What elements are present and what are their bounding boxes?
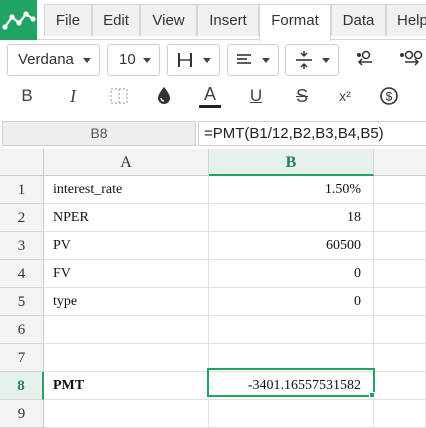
row-header[interactable]: 5 xyxy=(0,288,44,316)
font-size-value: 10 xyxy=(119,51,136,68)
menu-view[interactable]: View xyxy=(140,4,197,36)
menu-edit[interactable]: Edit xyxy=(92,4,140,36)
svg-text:$: $ xyxy=(386,90,393,104)
fill-color-icon[interactable] xyxy=(156,86,172,106)
borders-icon xyxy=(178,53,192,67)
valign-icon xyxy=(296,51,312,69)
text-color-label: A xyxy=(203,84,216,104)
column-header-a[interactable]: A xyxy=(44,149,209,176)
font-family-dropdown[interactable]: Verdana xyxy=(7,44,100,76)
borders-dropdown[interactable] xyxy=(167,44,220,76)
menu-data[interactable]: Data xyxy=(331,4,386,36)
cell-c9[interactable] xyxy=(374,400,426,428)
cell-a1[interactable]: interest_rate xyxy=(44,176,209,204)
cell-a6[interactable] xyxy=(44,316,209,344)
align-dropdown[interactable] xyxy=(227,44,279,76)
valign-dropdown[interactable] xyxy=(285,44,339,76)
formula-input[interactable]: =PMT(B1/12,B2,B3,B4,B5) xyxy=(198,121,426,146)
cell-a4[interactable]: FV xyxy=(44,260,209,288)
menu-insert[interactable]: Insert xyxy=(197,4,259,36)
chevron-down-icon xyxy=(203,58,211,63)
currency-icon[interactable]: $ xyxy=(379,86,399,106)
row-header[interactable]: 4 xyxy=(0,260,44,288)
menu-help[interactable]: Help xyxy=(386,4,426,36)
cell-b5[interactable]: 0 xyxy=(209,288,374,316)
text-color-button[interactable]: A xyxy=(198,82,222,106)
chevron-down-icon xyxy=(83,58,91,63)
font-size-dropdown[interactable]: 10 xyxy=(107,44,160,76)
chevron-down-icon xyxy=(143,58,151,63)
cell-c6[interactable] xyxy=(374,316,426,344)
fill-handle[interactable] xyxy=(369,392,375,398)
cell-c5[interactable] xyxy=(374,288,426,316)
cell-a3[interactable]: PV xyxy=(44,232,209,260)
font-family-value: Verdana xyxy=(18,51,74,68)
cell-c7[interactable] xyxy=(374,344,426,372)
menu-format[interactable]: Format xyxy=(259,4,331,41)
select-all-corner[interactable] xyxy=(0,149,44,176)
column-header-b[interactable]: B xyxy=(209,149,374,176)
cell-c1[interactable] xyxy=(374,176,426,204)
cell-a5[interactable]: type xyxy=(44,288,209,316)
menu-file[interactable]: File xyxy=(44,4,92,36)
decrease-decimal-icon[interactable] xyxy=(354,49,376,67)
underline-button[interactable]: U xyxy=(244,84,268,108)
row-header[interactable]: 6 xyxy=(0,316,44,344)
row-header[interactable]: 7 xyxy=(0,344,44,372)
cell-b2[interactable]: 18 xyxy=(209,204,374,232)
name-box[interactable]: B8 xyxy=(2,121,196,146)
selected-cell-outline xyxy=(207,368,375,397)
cell-a8[interactable]: PMT xyxy=(44,372,209,400)
cell-c2[interactable] xyxy=(374,204,426,232)
cell-b9[interactable] xyxy=(209,400,374,428)
bold-button[interactable]: B xyxy=(15,84,39,108)
cell-b1[interactable]: 1.50% xyxy=(209,176,374,204)
text-color-swatch xyxy=(199,105,221,108)
row-header[interactable]: 9 xyxy=(0,400,44,428)
app-logo[interactable] xyxy=(0,0,37,40)
cell-b3[interactable]: 60500 xyxy=(209,232,374,260)
increase-decimal-icon[interactable] xyxy=(399,49,426,67)
cell-c4[interactable] xyxy=(374,260,426,288)
chevron-down-icon xyxy=(322,58,330,63)
superscript-button[interactable]: x² xyxy=(333,84,357,108)
cell-c3[interactable] xyxy=(374,232,426,260)
row-header[interactable]: 1 xyxy=(0,176,44,204)
logo-chart-icon xyxy=(2,11,36,30)
merge-cells-icon[interactable] xyxy=(110,88,128,104)
strikethrough-button[interactable]: S xyxy=(290,84,314,108)
italic-button[interactable]: I xyxy=(61,84,85,108)
cell-a9[interactable] xyxy=(44,400,209,428)
chevron-down-icon xyxy=(262,58,270,63)
row-header[interactable]: 2 xyxy=(0,204,44,232)
row-header[interactable]: 3 xyxy=(0,232,44,260)
cell-a2[interactable]: NPER xyxy=(44,204,209,232)
cell-b6[interactable] xyxy=(209,316,374,344)
cell-c8[interactable] xyxy=(374,372,426,400)
align-icon xyxy=(237,54,251,64)
row-header[interactable]: 8 xyxy=(0,372,44,400)
cell-a7[interactable] xyxy=(44,344,209,372)
column-header-c[interactable] xyxy=(374,149,426,176)
cell-b4[interactable]: 0 xyxy=(209,260,374,288)
